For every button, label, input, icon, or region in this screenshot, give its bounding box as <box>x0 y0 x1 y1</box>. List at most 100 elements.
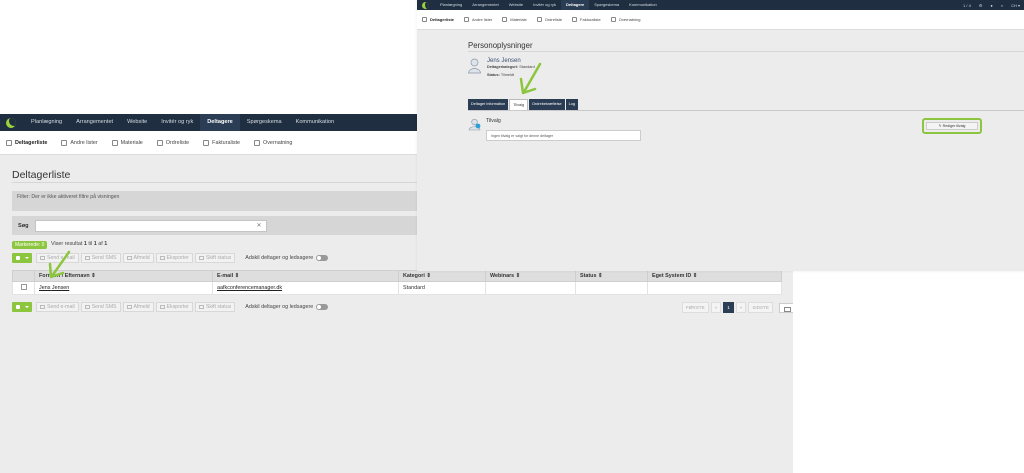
sub-nav-2: Deltagerliste Andre lister Materiale Ord… <box>417 10 1024 30</box>
search-icon[interactable]: ⌕ <box>1001 3 1003 8</box>
clear-icon[interactable]: ✕ <box>257 222 262 229</box>
user-icon[interactable]: ● <box>990 3 992 8</box>
material-icon <box>111 139 118 146</box>
subnav-ordreliste[interactable]: Ordreliste <box>156 139 189 146</box>
edit-addons-button[interactable]: ✎ Rediger tilvalg <box>926 122 978 130</box>
bed-icon <box>254 139 261 146</box>
nav-arrangementet[interactable]: Arrangementet <box>467 0 503 10</box>
people-icon <box>6 139 12 146</box>
search-label: Søg <box>18 222 29 229</box>
subnav-overnatning[interactable]: Overnatning <box>254 139 292 146</box>
toggle-label-bottom: Adskil deltager og ledsagere <box>245 304 314 310</box>
user-menu[interactable]: CH ▾ <box>1011 3 1020 8</box>
page-1-button[interactable]: 1 <box>723 302 734 313</box>
nav-arrangementet[interactable]: Arrangementet <box>69 114 120 131</box>
select-all-dropdown[interactable] <box>12 253 32 263</box>
nav-spoergeskema[interactable]: Spørgeskema <box>589 0 624 10</box>
tab-deltager-information[interactable]: Deltager information <box>468 99 509 110</box>
tab-log[interactable]: Log <box>565 99 578 110</box>
sub-nav: Deltagerliste Andre lister Materiale Ord… <box>0 131 420 155</box>
search-input[interactable]: ✕ <box>34 219 267 232</box>
next-page-button[interactable]: » <box>735 302 747 313</box>
prev-page-button[interactable]: « <box>710 302 722 313</box>
selected-count-badge: Markerede: 0 <box>12 241 48 249</box>
status-icon <box>198 256 204 260</box>
subnav-overnatning[interactable]: Overnatning <box>610 17 641 22</box>
participant-table: Fornavn / Efternavn ⇕ E-mail ⇕ Kategori … <box>12 270 782 295</box>
table-header: Fornavn / Efternavn ⇕ E-mail ⇕ Kategori … <box>12 270 782 282</box>
bottom-toolbar: Send e-mail Send SMS Afmeld Eksporter Sk… <box>12 302 329 312</box>
page-counter: 1 / 4 <box>963 2 971 8</box>
toggle-label: Adskil deltager og ledsagere <box>245 255 314 261</box>
detail-tabs: Deltager information Tilvalg Ordrebekræf… <box>468 99 579 110</box>
status-col-header[interactable]: Status ⇕ <box>575 270 648 282</box>
nav-inviter[interactable]: Invitér og ryk <box>528 0 561 10</box>
tab-tilvalg[interactable]: Tilvalg <box>509 99 529 110</box>
settings-icon[interactable]: ⚙ <box>979 3 983 8</box>
subnav-materiale[interactable]: Materiale <box>111 139 143 146</box>
edit-addons-highlight: ✎ Rediger tilvalg <box>922 118 982 134</box>
order-icon <box>536 17 542 22</box>
subnav-fakturaliste[interactable]: Fakturaliste <box>572 17 601 22</box>
subnav-ordreliste[interactable]: Ordreliste <box>536 17 562 22</box>
separate-companions-toggle-bottom[interactable] <box>316 304 329 310</box>
minus-icon <box>126 256 132 260</box>
sms-icon <box>84 256 90 260</box>
order-icon <box>156 139 163 146</box>
export-button[interactable]: Eksporter <box>155 253 193 263</box>
invoice-icon <box>572 17 578 22</box>
subnav-andre-lister[interactable]: Andre lister <box>61 139 98 146</box>
webinars-col-header[interactable]: Webinars ⇕ <box>485 270 576 282</box>
export-icon <box>159 256 165 260</box>
participant-email-link[interactable]: aafkconferencemanager.dk <box>217 285 282 291</box>
select-all-dropdown-bottom[interactable] <box>12 302 32 312</box>
first-page-button[interactable]: FØRSTE <box>682 302 709 313</box>
subnav-materiale[interactable]: Materiale <box>502 17 527 22</box>
status-cell <box>575 281 648 295</box>
list-icon <box>61 139 68 146</box>
nav-deltagere[interactable]: Deltagere <box>561 0 590 10</box>
pagination: FØRSTE « 1 » SIDSTE <box>680 302 793 313</box>
nav-kommunikation[interactable]: Kommunikation <box>289 114 342 131</box>
send-sms-button[interactable]: Send SMS <box>80 253 121 263</box>
subnav-deltagerliste[interactable]: Deltagerliste <box>6 139 47 146</box>
email-col-header[interactable]: E-mail ⇕ <box>212 270 399 282</box>
last-page-button[interactable]: SIDSTE <box>748 302 773 313</box>
select-col-header <box>12 270 35 282</box>
category-col-header[interactable]: Kategori ⇕ <box>398 270 486 282</box>
unsubscribe-button-bottom[interactable]: Afmeld <box>122 302 154 312</box>
page-title: Personoplysninger <box>468 41 533 50</box>
table-row: Jens Jensen aafkconferencemanager.dk Sta… <box>12 281 782 295</box>
category-cell: Standard <box>398 281 486 295</box>
columns-settings-dropdown[interactable] <box>778 302 793 313</box>
nav-deltagere[interactable]: Deltagere <box>200 114 240 131</box>
nav-inviter[interactable]: Invitér og ryk <box>154 114 200 131</box>
change-status-button[interactable]: Skift status <box>194 253 236 263</box>
subnav-andre-lister[interactable]: Andre lister <box>464 17 492 22</box>
tab-ordrebekraeftelse[interactable]: Ordrebekræftelse <box>529 99 565 110</box>
nav-planlaegning[interactable]: Planlægning <box>435 0 467 10</box>
no-addons-message: Ingen tilvalg er valgt for denne deltage… <box>486 130 641 141</box>
status-line: Status: Tilmeldt <box>487 73 515 77</box>
row-checkbox[interactable] <box>20 284 27 290</box>
change-status-button-bottom[interactable]: Skift status <box>194 302 236 312</box>
send-email-button-bottom[interactable]: Send e-mail <box>36 302 79 312</box>
subnav-deltagerliste[interactable]: Deltagerliste <box>422 17 454 22</box>
nav-kommunikation[interactable]: Kommunikation <box>624 0 662 10</box>
send-sms-button-bottom[interactable]: Send SMS <box>80 302 121 312</box>
nav-website[interactable]: Website <box>120 114 154 131</box>
participant-name-link[interactable]: Jens Jensen <box>39 285 69 291</box>
mail-icon <box>40 305 45 309</box>
annotation-arrow-icon-2 <box>519 62 542 95</box>
nav-right-tools: 1 / 4 ⚙ ● ⌕ CH ▾ <box>955 0 1020 10</box>
unsubscribe-button[interactable]: Afmeld <box>122 253 154 263</box>
subnav-fakturaliste[interactable]: Fakturaliste <box>203 139 240 146</box>
separate-companions-toggle[interactable] <box>316 255 329 261</box>
export-button-bottom[interactable]: Eksporter <box>155 302 193 312</box>
tab-underline <box>468 110 1024 111</box>
nav-planlaegning[interactable]: Planlægning <box>24 114 69 131</box>
list-icon <box>464 17 470 22</box>
nav-website[interactable]: Website <box>504 0 528 10</box>
own-id-col-header[interactable]: Eget System ID ⇕ <box>647 270 782 282</box>
nav-spoergeskema[interactable]: Spørgeskema <box>240 114 289 131</box>
